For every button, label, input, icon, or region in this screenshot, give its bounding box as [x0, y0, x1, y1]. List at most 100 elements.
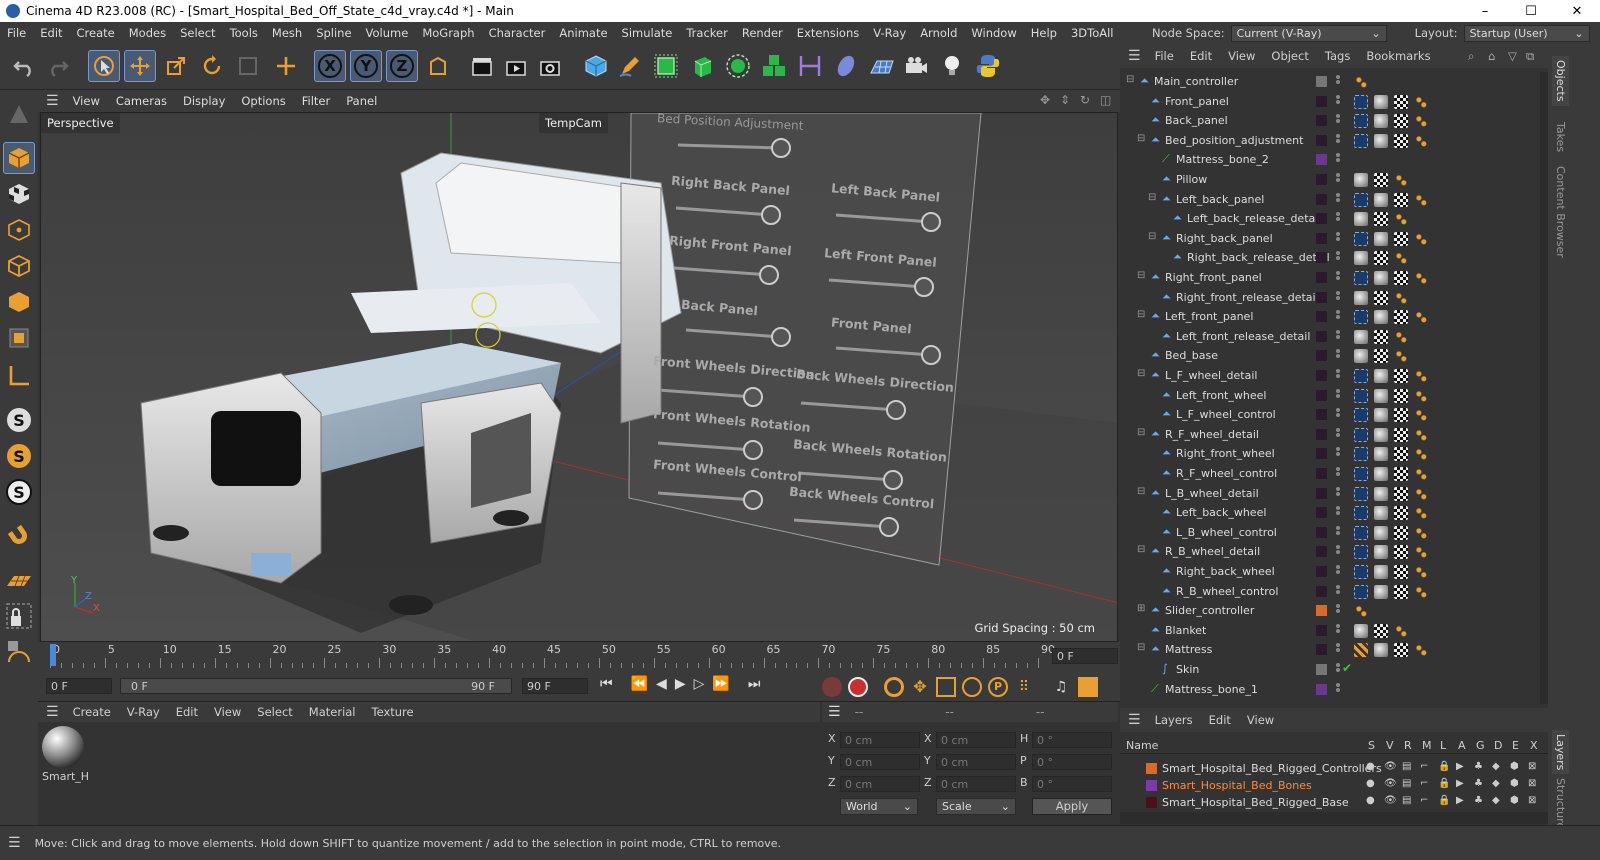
- uvw-tag-icon[interactable]: [1394, 388, 1408, 403]
- layer-col-d[interactable]: D: [1494, 739, 1502, 752]
- rotation-field[interactable]: 0 °: [1032, 776, 1112, 792]
- object-row[interactable]: ⏶ Right_back_release_detail: [1120, 248, 1540, 268]
- material-tag-icon[interactable]: [1374, 506, 1388, 521]
- snap-settings-button[interactable]: S: [3, 440, 35, 472]
- xpresso-tag-icon[interactable]: [1414, 133, 1428, 148]
- object-row[interactable]: ∫ Skin ✔: [1120, 660, 1540, 680]
- visibility-dots-icon[interactable]: [1336, 368, 1342, 382]
- animation-icon[interactable]: ▶: [1456, 778, 1464, 789]
- subdivision-button[interactable]: [650, 50, 682, 82]
- visible-icon[interactable]: 👁: [1384, 795, 1397, 806]
- vp-menu-panel[interactable]: Panel: [338, 94, 385, 108]
- menu-spline[interactable]: Spline: [309, 26, 358, 40]
- lock-icon[interactable]: 🔒: [1438, 778, 1450, 789]
- mat-menu-edit[interactable]: Edit: [168, 705, 206, 719]
- ik-tag-icon[interactable]: [1354, 565, 1368, 579]
- visibility-dots-icon[interactable]: [1336, 505, 1342, 519]
- material-tag-icon[interactable]: [1354, 329, 1368, 344]
- ik-tag-icon[interactable]: [1354, 545, 1368, 560]
- material-name[interactable]: Smart_H: [42, 770, 89, 783]
- layer-color-swatch[interactable]: [1316, 213, 1327, 225]
- object-row[interactable]: ⏶ Left_front_wheel: [1120, 386, 1540, 406]
- visibility-dots-icon[interactable]: [1336, 407, 1342, 421]
- xpresso-tag-icon[interactable]: [1414, 271, 1428, 285]
- object-row[interactable]: ⊟ ⏶ Bed_position_adjustment: [1120, 131, 1540, 151]
- layer-color-swatch[interactable]: [1146, 797, 1157, 808]
- extrude-button[interactable]: [686, 50, 718, 82]
- animation-icon[interactable]: ▶: [1456, 795, 1464, 806]
- menu-mesh[interactable]: Mesh: [265, 26, 309, 40]
- x-axis-lock-button[interactable]: X: [314, 50, 346, 82]
- mat-menu-vray[interactable]: V-Ray: [119, 705, 168, 719]
- next-frame-icon[interactable]: ▷: [694, 676, 705, 692]
- mograph-button[interactable]: [758, 50, 790, 82]
- visibility-dots-icon[interactable]: [1336, 446, 1342, 460]
- uvw-tag-icon[interactable]: [1374, 212, 1388, 227]
- menu-modes[interactable]: Modes: [122, 26, 173, 40]
- uvw-tag-icon[interactable]: [1374, 349, 1388, 364]
- mat-menu-view[interactable]: View: [206, 705, 249, 719]
- previous-key-icon[interactable]: ⏪: [631, 676, 648, 692]
- object-row[interactable]: ⊟ ⏶ R_B_wheel_detail: [1120, 542, 1540, 562]
- model-mode-button[interactable]: [3, 142, 35, 174]
- layer-color-swatch[interactable]: [1316, 76, 1327, 87]
- layer-color-swatch[interactable]: [1316, 193, 1327, 205]
- render-icon[interactable]: ▤: [1402, 795, 1411, 806]
- keyframe-selection-icon[interactable]: [884, 677, 904, 697]
- previous-frame-icon[interactable]: ◀: [656, 676, 667, 692]
- material-tag-icon[interactable]: [1374, 369, 1388, 383]
- key-pla-icon[interactable]: ⠿: [1014, 677, 1034, 697]
- layer-color-swatch[interactable]: [1316, 154, 1327, 166]
- live-selection-button[interactable]: [88, 50, 120, 82]
- layer-color-swatch[interactable]: [1316, 664, 1327, 675]
- object-row[interactable]: ⊟ ⏶ Left_back_panel: [1120, 190, 1540, 210]
- position-field[interactable]: 0 cm: [840, 754, 920, 770]
- vp-menu-view[interactable]: View: [65, 94, 108, 108]
- object-row[interactable]: ⟋ Mattress_bone_2: [1120, 150, 1540, 170]
- maximize-view-icon[interactable]: ◫: [1100, 93, 1111, 107]
- preview-range-slider[interactable]: 0 F 90 F: [120, 678, 512, 694]
- menu-select[interactable]: Select: [173, 26, 222, 40]
- xrefs-icon[interactable]: ⊠: [1528, 778, 1536, 789]
- visibility-dots-icon[interactable]: [1336, 544, 1342, 558]
- xpresso-tag-icon[interactable]: [1414, 231, 1428, 246]
- coordinate-space-select[interactable]: World ⌄: [840, 798, 918, 815]
- xpresso-tag-icon[interactable]: [1354, 604, 1368, 619]
- xpresso-tag-icon[interactable]: [1414, 427, 1428, 442]
- xpresso-tag-icon[interactable]: [1394, 290, 1408, 305]
- obj-menu-bookmarks[interactable]: Bookmarks: [1358, 49, 1438, 63]
- lock-workplane-button[interactable]: [3, 600, 35, 632]
- layer-color-swatch[interactable]: [1316, 330, 1327, 342]
- xpresso-tag-icon[interactable]: [1414, 506, 1428, 521]
- menu-tracker[interactable]: Tracker: [679, 26, 735, 40]
- xpresso-tag-icon[interactable]: [1414, 369, 1428, 383]
- menu-3dtoall[interactable]: 3DToAll: [1064, 26, 1121, 40]
- layer-menu-edit[interactable]: Edit: [1201, 713, 1239, 727]
- world-axis-button[interactable]: [270, 50, 302, 82]
- layer-color-swatch[interactable]: [1316, 252, 1327, 264]
- solo-icon[interactable]: ●: [1366, 761, 1375, 772]
- ik-tag-icon[interactable]: [1354, 427, 1368, 442]
- menu-tools[interactable]: Tools: [223, 26, 265, 40]
- menu-window[interactable]: Window: [964, 26, 1023, 40]
- pan-view-icon[interactable]: ✥: [1040, 93, 1050, 107]
- visibility-dots-icon[interactable]: [1336, 348, 1342, 362]
- zoom-view-icon[interactable]: ⇕: [1060, 93, 1070, 107]
- cube-button[interactable]: [580, 50, 612, 82]
- xpresso-tag-icon[interactable]: [1414, 192, 1428, 207]
- object-row[interactable]: ⏶ Left_front_release_detail: [1120, 327, 1540, 347]
- object-row[interactable]: ⏶ Front_panel: [1120, 92, 1540, 112]
- xpresso-tag-icon[interactable]: [1394, 212, 1408, 227]
- points-mode-button[interactable]: [3, 214, 35, 246]
- position-field[interactable]: 0 cm: [840, 732, 920, 748]
- xpresso-tag-icon[interactable]: [1394, 251, 1408, 266]
- uvw-tag-icon[interactable]: [1374, 623, 1388, 638]
- cloner-button[interactable]: [722, 50, 754, 82]
- ik-tag-icon[interactable]: [1354, 506, 1368, 521]
- layer-color-swatch[interactable]: [1316, 291, 1327, 303]
- ik-tag-icon[interactable]: [1354, 369, 1368, 383]
- size-field[interactable]: 0 cm: [936, 776, 1016, 792]
- object-row[interactable]: ⏶ Left_back_release_detail: [1120, 209, 1540, 229]
- uvw-tag-icon[interactable]: [1394, 114, 1408, 129]
- record-active-icon[interactable]: [822, 677, 842, 697]
